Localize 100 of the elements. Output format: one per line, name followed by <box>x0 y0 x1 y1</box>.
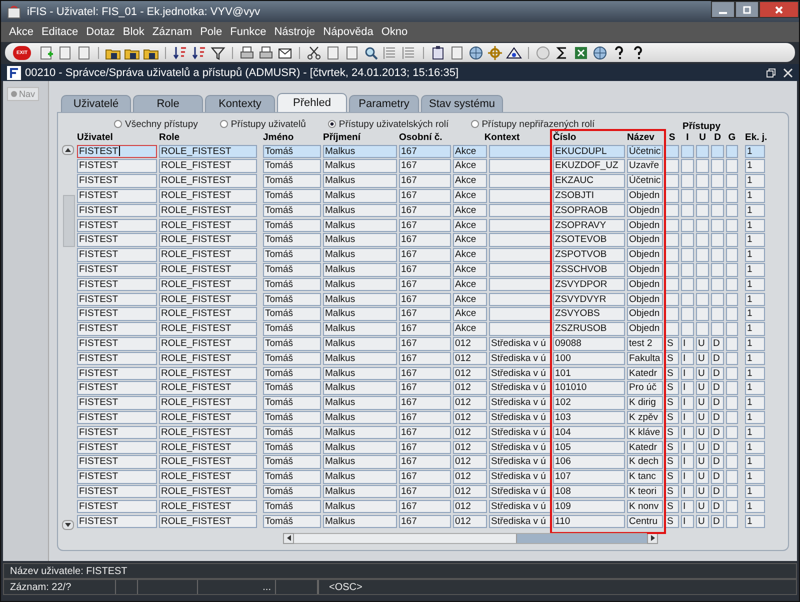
table-cell[interactable] <box>489 263 551 277</box>
table-cell[interactable]: 167 <box>399 426 451 440</box>
table-cell[interactable] <box>681 292 694 306</box>
table-cell[interactable] <box>489 189 551 203</box>
menu-item[interactable]: Nástroje <box>274 26 316 38</box>
table-cell[interactable]: I <box>681 514 694 528</box>
table-cell[interactable] <box>726 426 738 440</box>
table-cell[interactable]: EKUZDOF_UZ <box>553 159 625 173</box>
table-cell[interactable] <box>726 322 738 336</box>
table-cell[interactable]: 167 <box>399 484 451 498</box>
table-cell[interactable]: 012 <box>453 366 487 380</box>
table-cell[interactable]: FISTEST <box>77 514 157 528</box>
table-cell[interactable] <box>665 159 679 173</box>
table-cell[interactable]: I <box>681 381 694 395</box>
minimize-button[interactable] <box>711 1 735 18</box>
table-cell[interactable] <box>489 144 551 158</box>
table-cell[interactable]: Malkus <box>323 352 397 366</box>
table-cell[interactable] <box>726 500 738 514</box>
radio-option[interactable]: Všechny přístupy <box>114 118 198 130</box>
table-cell[interactable]: U <box>696 366 709 380</box>
table-cell[interactable]: K tanc <box>627 470 663 484</box>
table-cell[interactable] <box>726 248 738 262</box>
table-cell[interactable]: ROLE_FISTEST <box>159 263 257 277</box>
table-cell[interactable] <box>711 204 724 218</box>
table-cell[interactable]: 1 <box>745 352 765 366</box>
table-cell[interactable]: 107 <box>553 470 625 484</box>
table-cell[interactable]: Tomáš <box>263 500 321 514</box>
table-cell[interactable]: 109 <box>553 500 625 514</box>
sort-icon[interactable] <box>172 44 188 60</box>
table-cell[interactable]: ZSOPRAOB <box>553 204 625 218</box>
table-cell[interactable]: I <box>681 410 694 424</box>
table-cell[interactable]: Akce <box>453 292 487 306</box>
triangle-icon[interactable] <box>506 44 522 60</box>
filter-icon[interactable] <box>210 44 226 60</box>
table-cell[interactable]: FISTEST <box>77 144 157 158</box>
table-cell[interactable]: Malkus <box>323 440 397 454</box>
table-cell[interactable]: Tomáš <box>263 204 321 218</box>
table-cell[interactable] <box>681 174 694 188</box>
menu-item[interactable]: Editace <box>41 26 78 38</box>
table-cell[interactable] <box>696 248 709 262</box>
table-cell[interactable]: Střediska v ú <box>489 500 551 514</box>
table-cell[interactable]: 012 <box>453 514 487 528</box>
table-cell[interactable]: 1 <box>745 189 765 203</box>
table-cell[interactable]: Akce <box>453 248 487 262</box>
table-cell[interactable]: Malkus <box>323 366 397 380</box>
table-cell[interactable]: Akce <box>453 174 487 188</box>
clipboard-icon[interactable] <box>430 44 446 60</box>
tab[interactable]: Přehled <box>277 93 347 112</box>
table-cell[interactable]: D <box>711 337 724 350</box>
table-cell[interactable]: Střediska v ú <box>489 455 551 469</box>
table-cell[interactable] <box>696 189 709 203</box>
table-cell[interactable]: FISTEST <box>77 381 157 395</box>
table-cell[interactable]: FISTEST <box>77 189 157 203</box>
table-cell[interactable] <box>726 278 738 292</box>
table-cell[interactable]: K kláve <box>627 426 663 440</box>
table-cell[interactable]: Malkus <box>323 144 397 158</box>
table-cell[interactable]: I <box>681 366 694 380</box>
table-cell[interactable]: Malkus <box>323 189 397 203</box>
table-cell[interactable] <box>681 144 694 158</box>
table-cell[interactable]: ZSZRUSOB <box>553 322 625 336</box>
table-cell[interactable]: 1 <box>745 263 765 277</box>
table-cell[interactable]: Malkus <box>323 263 397 277</box>
table-cell[interactable]: Akce <box>453 233 487 247</box>
table-cell[interactable]: FISTEST <box>77 278 157 292</box>
tab[interactable]: Uživatelé <box>61 95 131 112</box>
doc-icon[interactable] <box>76 44 92 60</box>
table-cell[interactable]: Tomáš <box>263 396 321 410</box>
table-cell[interactable]: D <box>711 484 724 498</box>
table-cell[interactable]: 167 <box>399 500 451 514</box>
table-cell[interactable]: Akce <box>453 322 487 336</box>
table-cell[interactable] <box>681 248 694 262</box>
tab[interactable]: Role <box>133 95 203 112</box>
table-cell[interactable]: 1 <box>745 144 765 158</box>
table-cell[interactable]: 1 <box>745 248 765 262</box>
table-cell[interactable] <box>696 307 709 321</box>
table-cell[interactable]: EKZAUC <box>553 174 625 188</box>
table-cell[interactable] <box>696 278 709 292</box>
table-cell[interactable]: 167 <box>399 322 451 336</box>
table-cell[interactable]: U <box>696 337 709 350</box>
table-cell[interactable]: Malkus <box>323 455 397 469</box>
table-cell[interactable]: ROLE_FISTEST <box>159 484 257 498</box>
table-cell[interactable]: 167 <box>399 381 451 395</box>
table-cell[interactable]: FISTEST <box>77 263 157 277</box>
radio-option[interactable]: Přístupy uživatelských rolí <box>328 118 449 130</box>
table-cell[interactable]: D <box>711 500 724 514</box>
table-cell[interactable]: ROLE_FISTEST <box>159 292 257 306</box>
table-cell[interactable]: 1 <box>745 440 765 454</box>
table-cell[interactable] <box>726 470 738 484</box>
maximize-button[interactable] <box>735 1 759 18</box>
table-cell[interactable]: Katedr <box>627 366 663 380</box>
table-cell[interactable] <box>711 189 724 203</box>
table-cell[interactable]: Střediska v ú <box>489 440 551 454</box>
sheet-icon[interactable] <box>573 44 589 60</box>
table-cell[interactable] <box>489 292 551 306</box>
table-cell[interactable] <box>489 278 551 292</box>
table-cell[interactable] <box>681 233 694 247</box>
table-cell[interactable] <box>726 189 738 203</box>
tab[interactable]: Stav systému <box>421 95 503 112</box>
table-cell[interactable] <box>726 352 738 366</box>
table-cell[interactable] <box>696 159 709 173</box>
